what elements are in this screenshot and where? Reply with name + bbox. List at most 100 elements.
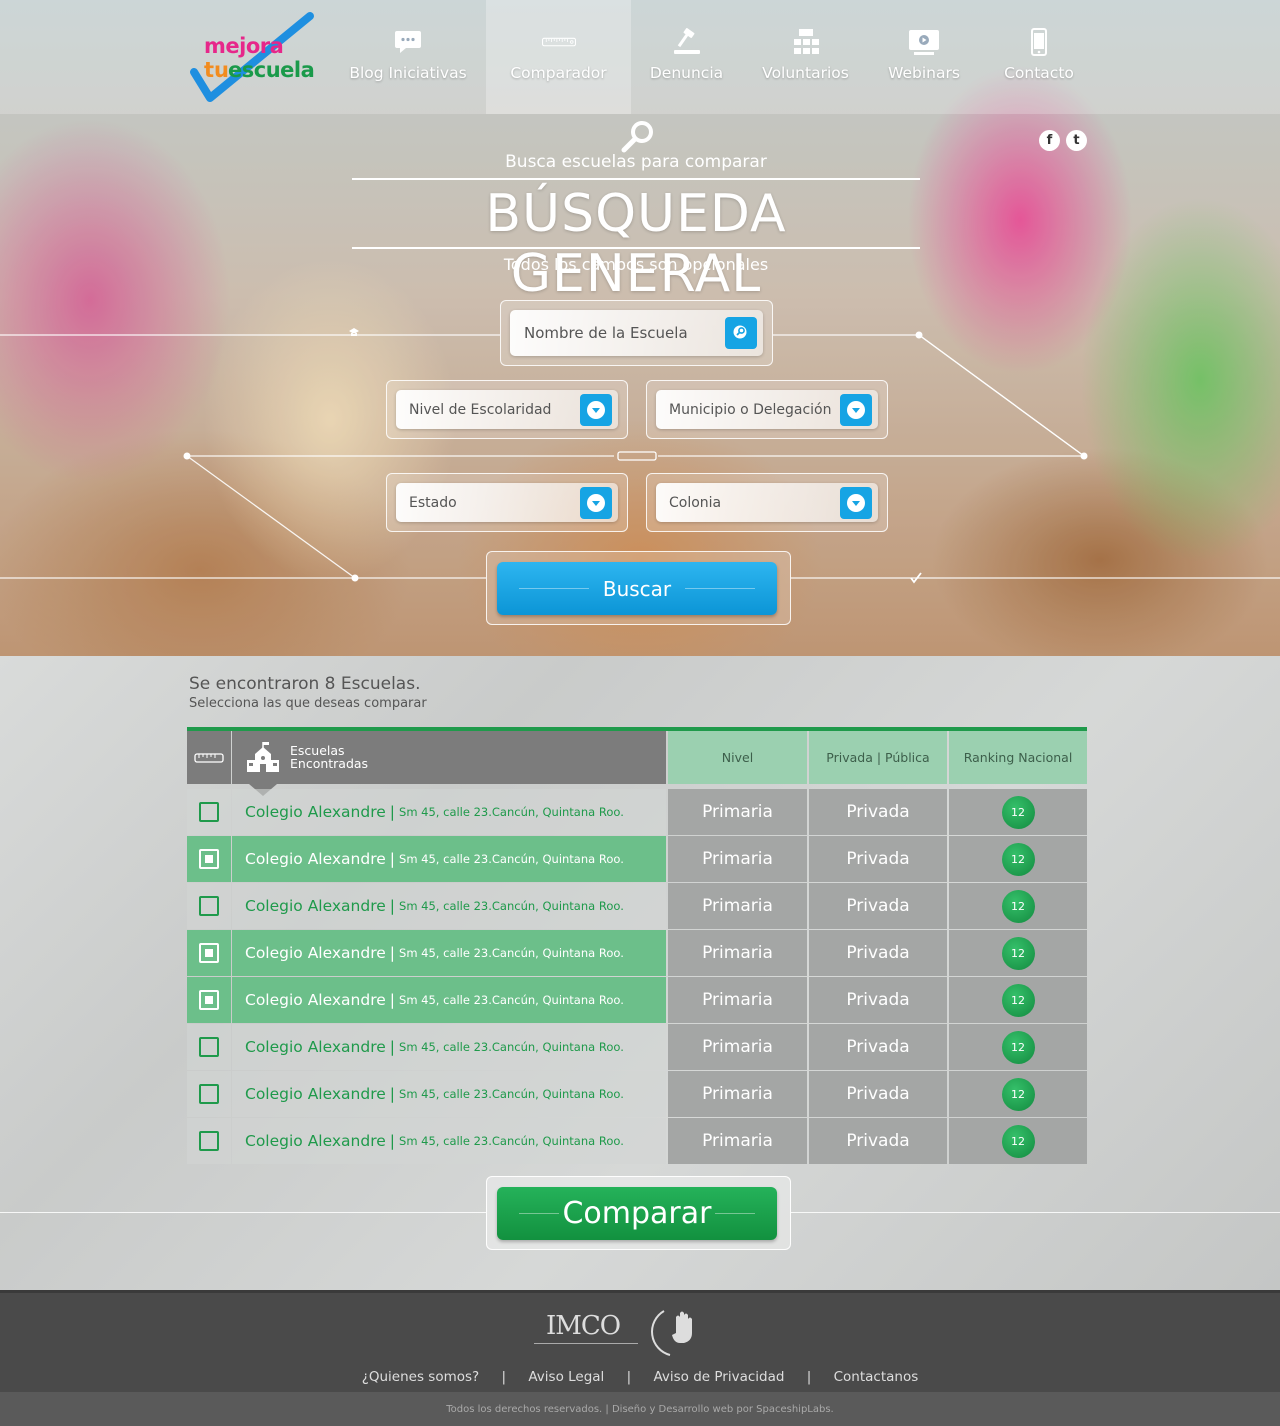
ranking-badge: 12 <box>1001 889 1035 923</box>
row-checkbox-cell[interactable] <box>187 789 231 835</box>
school-cell[interactable]: Colegio Alexandre | Sm 45, calle 23.Cancún… <box>232 883 666 929</box>
table-row[interactable]: Colegio Alexandre | Sm 45, calle 23.Cancún… <box>187 1024 1087 1070</box>
table-row[interactable]: Colegio Alexandre | Sm 45, calle 23.Cancún… <box>187 883 1087 929</box>
table-row[interactable]: Colegio Alexandre | Sm 45, calle 23.Cancún… <box>187 1071 1087 1117</box>
chevron-down-icon[interactable] <box>580 393 612 426</box>
select-checkbox[interactable] <box>199 802 219 822</box>
ranking-cell: 12 <box>949 836 1087 882</box>
select-checkbox[interactable] <box>199 849 219 869</box>
name-separator: | <box>389 1085 396 1103</box>
schools-column-header: Escuelas Encontradas <box>232 731 666 796</box>
row-checkbox-cell[interactable] <box>187 930 231 976</box>
ranking-cell: 12 <box>949 977 1087 1023</box>
nivel-select[interactable]: Nivel de Escolaridad <box>396 390 618 429</box>
nivel-cell: Primaria <box>668 883 807 929</box>
footer-link-aviso-legal[interactable]: Aviso Legal <box>528 1369 604 1385</box>
search-button-icon[interactable] <box>725 317 757 349</box>
footer-separator: | <box>626 1369 632 1385</box>
imco-logo-rule <box>534 1343 638 1344</box>
school-address: Sm 45, calle 23.Cancún, Quintana Roo. <box>399 805 624 819</box>
nivel-cell: Primaria <box>668 789 807 835</box>
school-name: Colegio Alexandre <box>245 1085 386 1103</box>
tipo-cell: Privada <box>809 1071 947 1117</box>
ranking-cell: 12 <box>949 1071 1087 1117</box>
municipio-box: Municipio o Delegación <box>646 380 888 439</box>
footer-links: ¿Quienes somos? | Aviso Legal | Aviso de… <box>0 1369 1280 1385</box>
row-checkbox-cell[interactable] <box>187 1071 231 1117</box>
button-decor-line <box>715 1213 755 1214</box>
chevron-down-icon[interactable] <box>580 486 612 519</box>
school-cell[interactable]: Colegio Alexandre | Sm 45, calle 23.Cancún… <box>232 1024 666 1070</box>
results-instruction: Selecciona las que deseas comparar <box>189 696 427 711</box>
footer-link-quienes-somos[interactable]: ¿Quienes somos? <box>362 1369 480 1385</box>
school-cell[interactable]: Colegio Alexandre | Sm 45, calle 23.Cancún… <box>232 836 666 882</box>
school-cell[interactable]: Colegio Alexandre | Sm 45, calle 23.Cancún… <box>232 930 666 976</box>
municipio-select[interactable]: Municipio o Delegación <box>656 390 878 429</box>
select-checkbox[interactable] <box>199 1084 219 1104</box>
school-address: Sm 45, calle 23.Cancún, Quintana Roo. <box>399 1134 624 1148</box>
select-checkbox[interactable] <box>199 1037 219 1057</box>
nivel-cell: Primaria <box>668 1118 807 1164</box>
school-address: Sm 45, calle 23.Cancún, Quintana Roo. <box>399 899 624 913</box>
row-checkbox-cell[interactable] <box>187 1024 231 1070</box>
table-row[interactable]: Colegio Alexandre | Sm 45, calle 23.Cancún… <box>187 930 1087 976</box>
table-header: Escuelas Encontradas Nivel Privada | Púb… <box>187 731 1087 796</box>
nivel-column-header: Nivel <box>668 731 807 784</box>
select-checkbox[interactable] <box>199 896 219 916</box>
tipo-cell: Privada <box>809 930 947 976</box>
footer-link-contactanos[interactable]: Contactanos <box>834 1369 919 1385</box>
mexicanos-primero-logo[interactable] <box>650 1303 706 1359</box>
nivel-cell: Primaria <box>668 930 807 976</box>
school-name-input[interactable]: Nombre de la Escuela <box>510 310 763 356</box>
table-row[interactable]: Colegio Alexandre | Sm 45, calle 23.Cancún… <box>187 836 1087 882</box>
select-checkbox[interactable] <box>199 943 219 963</box>
ranking-badge: 12 <box>1001 795 1035 829</box>
button-decor-line <box>519 588 589 589</box>
school-cell[interactable]: Colegio Alexandre | Sm 45, calle 23.Cancún… <box>232 1071 666 1117</box>
colonia-select[interactable]: Colonia <box>656 483 878 522</box>
tipo-cell: Privada <box>809 977 947 1023</box>
select-checkbox[interactable] <box>199 990 219 1010</box>
ranking-cell: 12 <box>949 789 1087 835</box>
search-button[interactable]: Buscar <box>497 562 777 615</box>
school-building-icon <box>246 740 280 778</box>
search-button-frame: Buscar <box>486 551 791 625</box>
school-cell[interactable]: Colegio Alexandre | Sm 45, calle 23.Cancún… <box>232 789 666 835</box>
estado-select[interactable]: Estado <box>396 483 618 522</box>
school-cell[interactable]: Colegio Alexandre | Sm 45, calle 23.Cancún… <box>232 1118 666 1164</box>
nivel-cell: Primaria <box>668 1071 807 1117</box>
row-checkbox-cell[interactable] <box>187 1118 231 1164</box>
row-checkbox-cell[interactable] <box>187 977 231 1023</box>
select-checkbox[interactable] <box>199 1131 219 1151</box>
table-row[interactable]: Colegio Alexandre | Sm 45, calle 23.Cancún… <box>187 789 1087 835</box>
table-row[interactable]: Colegio Alexandre | Sm 45, calle 23.Cancún… <box>187 977 1087 1023</box>
colonia-placeholder: Colonia <box>669 494 722 511</box>
compare-column-header <box>187 731 231 784</box>
tipo-cell: Privada <box>809 1118 947 1164</box>
row-checkbox-cell[interactable] <box>187 836 231 882</box>
row-checkbox-cell[interactable] <box>187 883 231 929</box>
school-address: Sm 45, calle 23.Cancún, Quintana Roo. <box>399 1040 624 1054</box>
school-name-placeholder: Nombre de la Escuela <box>524 324 688 342</box>
compare-button[interactable]: Comparar <box>497 1187 777 1240</box>
name-separator: | <box>389 803 396 821</box>
nivel-placeholder: Nivel de Escolaridad <box>409 401 552 418</box>
school-name: Colegio Alexandre <box>245 897 386 915</box>
chevron-down-icon[interactable] <box>840 393 872 426</box>
results-section: Se encontraron 8 Escuelas. Selecciona la… <box>0 656 1280 1290</box>
school-address: Sm 45, calle 23.Cancún, Quintana Roo. <box>399 946 624 960</box>
school-name: Colegio Alexandre <box>245 1038 386 1056</box>
footer-separator: | <box>806 1369 812 1385</box>
raised-hand-icon <box>651 1310 692 1356</box>
decorative-line <box>791 1212 1280 1213</box>
table-row[interactable]: Colegio Alexandre | Sm 45, calle 23.Cancún… <box>187 1118 1087 1164</box>
chevron-down-icon[interactable] <box>840 486 872 519</box>
imco-logo[interactable]: IMCO <box>534 1307 638 1349</box>
name-separator: | <box>389 991 396 1009</box>
compare-button-frame: Comparar <box>486 1176 791 1250</box>
ranking-cell: 12 <box>949 1024 1087 1070</box>
decorative-line <box>0 1212 486 1213</box>
footer-link-aviso-privacidad[interactable]: Aviso de Privacidad <box>653 1369 784 1385</box>
school-cell[interactable]: Colegio Alexandre | Sm 45, calle 23.Cancún… <box>232 977 666 1023</box>
tipo-cell: Privada <box>809 1024 947 1070</box>
